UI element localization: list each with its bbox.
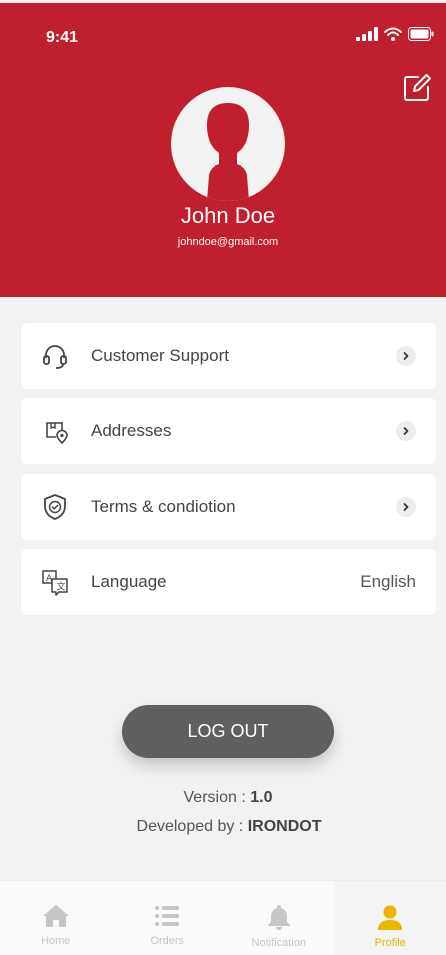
user-silhouette-icon	[207, 103, 249, 201]
tab-label: Profile	[374, 937, 406, 949]
tab-home[interactable]: Home	[0, 881, 112, 955]
tab-label: Orders	[150, 935, 185, 947]
status-icons	[356, 27, 434, 41]
translate-icon: A 文	[41, 568, 69, 596]
chevron-right-icon	[396, 421, 416, 441]
version-value: 1.0	[250, 789, 273, 806]
menu-item-terms[interactable]: Terms & condiotion	[21, 474, 436, 540]
tab-profile[interactable]: Profile	[334, 881, 446, 955]
user-icon	[378, 905, 403, 930]
list-icon	[155, 906, 180, 926]
tab-label: Home	[41, 935, 71, 947]
menu-item-label: Terms & condiotion	[91, 497, 236, 516]
headset-icon	[41, 342, 69, 370]
signal-icon	[356, 27, 378, 41]
bell-icon	[267, 905, 290, 930]
tab-label: Notification	[251, 937, 306, 949]
menu-item-language[interactable]: A 文 Language English	[21, 549, 436, 615]
logout-button[interactable]: LOG OUT	[122, 705, 334, 758]
chevron-right-icon	[396, 346, 416, 366]
user-name: John Doe	[180, 203, 276, 228]
menu-item-addresses[interactable]: Addresses	[21, 398, 436, 464]
avatar[interactable]	[171, 87, 285, 201]
version-label: Version :	[183, 789, 251, 806]
bottom-nav: Home Orders Notification Profile	[0, 880, 446, 955]
chevron-right-icon	[396, 497, 416, 517]
status-time: 9:41	[46, 29, 79, 46]
version-info: Version : 1.0	[0, 789, 446, 807]
profile-header: 9:41 John Doe johndoe@gmail.com	[0, 0, 446, 297]
menu-item-label: Language	[91, 572, 167, 591]
tab-orders[interactable]: Orders	[112, 881, 224, 955]
language-value: English	[360, 572, 416, 591]
user-email: johndoe@gmail.com	[177, 236, 279, 248]
edit-profile-button[interactable]	[400, 71, 434, 105]
edit-icon	[404, 74, 431, 101]
svg-text:文: 文	[57, 581, 66, 593]
status-bar: 9:41	[0, 3, 446, 63]
developer-credit: Developed by : IRONDOT	[0, 818, 446, 836]
developer-name: IRONDOT	[247, 818, 322, 835]
shield-check-icon	[41, 493, 69, 521]
battery-icon	[408, 27, 434, 41]
menu-item-label: Addresses	[91, 421, 172, 440]
menu-item-label: Customer Support	[91, 346, 229, 365]
menu-item-customer-support[interactable]: Customer Support	[21, 323, 436, 389]
tab-notification[interactable]: Notification	[223, 881, 335, 955]
home-icon	[42, 905, 69, 927]
wifi-icon	[384, 27, 402, 41]
developed-label: Developed by :	[136, 818, 248, 835]
map-pin-icon	[41, 417, 69, 445]
